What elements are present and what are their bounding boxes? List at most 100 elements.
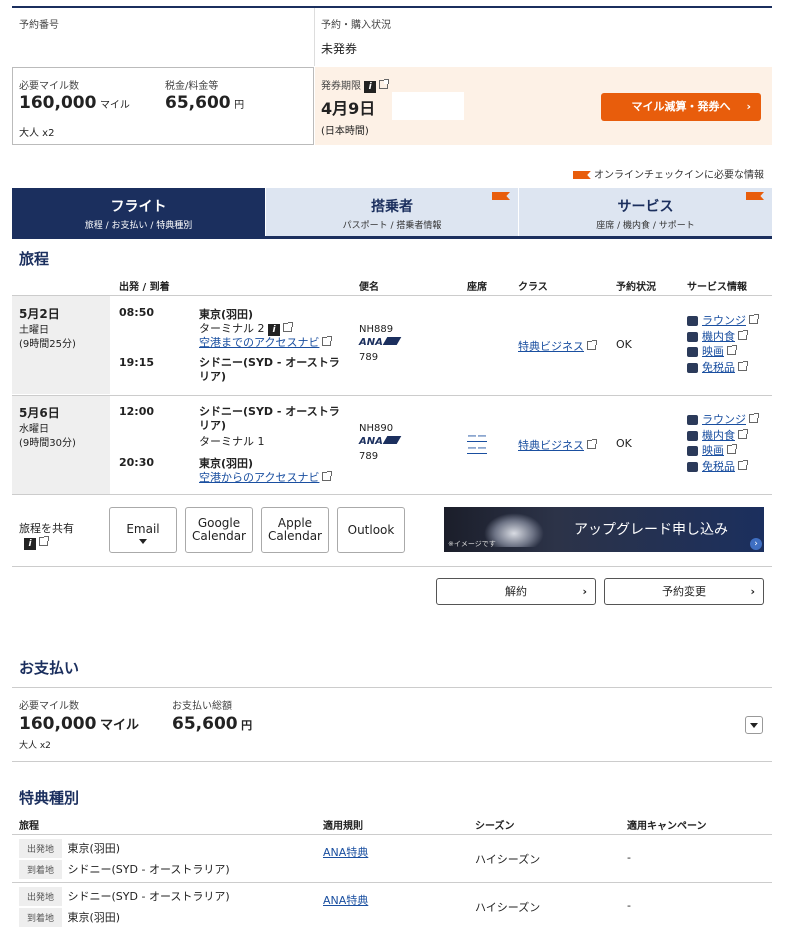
segment-2-access-line: 空港からのアクセスナビ <box>199 469 333 485</box>
service-movie[interactable]: 映画 <box>687 344 758 360</box>
lounge-icon <box>687 316 698 326</box>
tab-flight[interactable]: フライト 旅程 / お支払い / 特典種別 <box>12 188 265 236</box>
segment-2-date: 5月6日 <box>19 406 60 420</box>
award-row-2-to: 到着地 東京(羽田) <box>19 908 120 927</box>
apple-calendar-label: Apple Calendar <box>268 516 322 543</box>
payment-miles-label: 必要マイル数 <box>19 701 79 712</box>
seat-link[interactable]: ーー <box>467 432 487 444</box>
arrival-tag: 到着地 <box>19 860 63 879</box>
award-row-2-campaign: - <box>627 899 631 912</box>
award-row-1-to: 到着地 シドニー(SYD - オーストラリア) <box>19 860 230 879</box>
outlook-button[interactable]: Outlook <box>337 507 405 553</box>
service-meal[interactable]: 機内食 <box>687 428 758 444</box>
itinerary-header-rule <box>12 295 772 296</box>
cancel-label: 解約 <box>505 585 527 598</box>
cancel-button[interactable]: 解約 › <box>436 578 596 605</box>
seat-link[interactable]: ーー <box>467 444 487 456</box>
external-link-icon <box>283 322 293 332</box>
segment-2-dep-place: シドニー(SYD - オーストラリア) <box>199 405 340 432</box>
external-link-icon <box>749 413 759 423</box>
departure-tag: 出発地 <box>19 839 63 858</box>
issue-ticket-label: マイル減算・発券へ <box>631 100 731 113</box>
caret-down-icon <box>139 539 147 544</box>
summary-divider <box>314 8 315 66</box>
issue-ticket-button[interactable]: マイル減算・発券へ › <box>601 93 761 121</box>
fare-class-link[interactable]: 特典ビジネス <box>518 340 584 353</box>
external-link-icon <box>587 340 597 350</box>
share-label: 旅程を共有 <box>19 522 74 535</box>
award-row-2-to-place: 東京(羽田) <box>67 911 121 924</box>
redacted-time <box>392 92 464 120</box>
external-link-icon <box>379 79 390 89</box>
segment-1-arr-place: シドニー(SYD - オーストラリア) <box>199 356 340 383</box>
itinerary-heading: 旅程 <box>19 250 50 268</box>
service-movie[interactable]: 映画 <box>687 443 758 459</box>
payment-rule-bottom <box>12 761 772 762</box>
award-row-1-from-place: 東京(羽田) <box>67 842 121 855</box>
upgrade-banner-text: アップグレード申し込み <box>574 522 728 538</box>
service-meal-link[interactable]: 機内食 <box>702 429 735 442</box>
award-col-rule: 適用規則 <box>323 821 363 832</box>
tab-passenger[interactable]: 搭乗者 パスポート / 搭乗者情報 <box>266 188 518 236</box>
tax-value-line: 65,600 円 <box>165 93 244 113</box>
service-dutyfree-link[interactable]: 免税品 <box>702 361 735 374</box>
access-navi-link[interactable]: 空港までのアクセスナビ <box>199 336 319 349</box>
info-icon[interactable]: i <box>364 81 377 93</box>
service-movie-link[interactable]: 映画 <box>702 345 724 358</box>
service-lounge-link[interactable]: ラウンジ <box>702 413 746 426</box>
movie-icon <box>687 446 698 456</box>
service-dutyfree[interactable]: 免税品 <box>687 459 758 475</box>
external-link-icon <box>727 345 737 355</box>
payment-total-label: お支払い総額 <box>172 701 232 712</box>
payment-miles-line: 160,000 マイル <box>19 714 139 734</box>
service-lounge-link[interactable]: ラウンジ <box>702 314 746 327</box>
email-label: Email <box>126 522 160 536</box>
segment-1-weekday: 土曜日 <box>19 325 49 336</box>
upgrade-banner[interactable]: アップグレード申し込み ※イメージです › <box>444 507 764 552</box>
award-row-1-rule-link[interactable]: ANA特典 <box>323 844 368 860</box>
info-icon[interactable]: i <box>24 538 36 550</box>
payment-expand-button[interactable] <box>745 716 763 734</box>
award-row-1-season: ハイシーズン <box>475 853 541 866</box>
departure-tag: 出発地 <box>19 887 63 906</box>
segment-divider <box>12 494 772 495</box>
segment-2-services: ラウンジ 機内食 映画 免税品 <box>687 412 759 475</box>
share-rule <box>12 566 772 567</box>
tab-service[interactable]: サービス 座席 / 機内食 / サポート <box>519 188 772 236</box>
segment-1-carrier-logo: ANA <box>359 337 402 348</box>
change-booking-button[interactable]: 予約変更 › <box>604 578 764 605</box>
email-button[interactable]: Email <box>109 507 177 553</box>
service-lounge[interactable]: ラウンジ <box>687 313 759 329</box>
tab-flight-sub: 旅程 / お支払い / 特典種別 <box>84 221 193 231</box>
chevron-right-icon: › <box>582 585 587 598</box>
access-navi-link[interactable]: 空港からのアクセスナビ <box>199 471 319 484</box>
google-calendar-button[interactable]: Google Calendar <box>185 507 253 553</box>
segment-2-arr-time: 20:30 <box>119 456 155 469</box>
payment-miles-value: 160,000 <box>19 714 97 734</box>
external-link-icon <box>587 439 597 449</box>
apple-calendar-button[interactable]: Apple Calendar <box>261 507 329 553</box>
service-meal[interactable]: 機内食 <box>687 329 758 345</box>
award-row-2-rule-link[interactable]: ANA特典 <box>323 892 368 908</box>
google-calendar-label: Google Calendar <box>192 516 246 543</box>
service-lounge[interactable]: ラウンジ <box>687 412 759 428</box>
award-header-rule <box>12 834 772 835</box>
fare-class-link[interactable]: 特典ビジネス <box>518 439 584 452</box>
segment-2-dep-time: 12:00 <box>119 405 155 418</box>
segment-2-seat[interactable]: ーー ーー <box>467 432 487 456</box>
service-movie-link[interactable]: 映画 <box>702 444 724 457</box>
payment-total-value: 65,600 <box>172 714 238 734</box>
tab-underline <box>12 236 772 239</box>
summary-top-border <box>12 6 772 8</box>
service-dutyfree[interactable]: 免税品 <box>687 360 758 376</box>
service-dutyfree-link[interactable]: 免税品 <box>702 460 735 473</box>
col-status: 予約状況 <box>616 282 656 293</box>
service-meal-link[interactable]: 機内食 <box>702 330 735 343</box>
external-link-icon <box>749 314 759 324</box>
award-row-2-from-place: シドニー(SYD - オーストラリア) <box>67 890 230 903</box>
tab-flight-title: フライト <box>110 199 167 215</box>
outlook-label: Outlook <box>347 523 395 537</box>
external-link-icon <box>727 444 737 454</box>
external-link-icon <box>738 459 748 470</box>
dutyfree-icon <box>687 461 698 472</box>
